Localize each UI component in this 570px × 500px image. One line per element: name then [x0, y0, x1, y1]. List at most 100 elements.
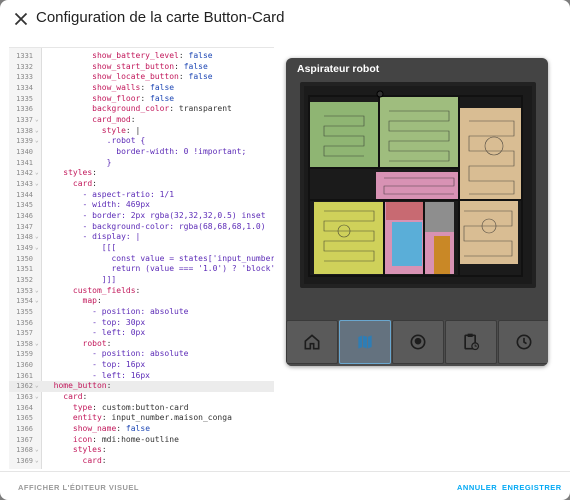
clipboard-clock-icon	[464, 333, 480, 351]
yaml-value: |	[135, 125, 141, 135]
code-line[interactable]: 1368 ⌄ styles:	[9, 445, 274, 456]
code-line[interactable]: 1360 - top: 16px	[9, 360, 274, 371]
code-line[interactable]: 1342 ⌄ styles:	[9, 168, 274, 179]
code-line[interactable]: 1355 - position: absolute	[9, 307, 274, 318]
code-line[interactable]: 1336 background_color: transparent	[9, 104, 274, 115]
yaml-key: styles	[72, 445, 102, 455]
code-line[interactable]: 1361 - left: 16px	[9, 371, 274, 382]
fold-chevron-icon[interactable]: ⌄	[35, 296, 39, 307]
cancel-button[interactable]: ANNULER	[457, 483, 497, 492]
code-line[interactable]: 1358 ⌄ robot:	[9, 339, 274, 350]
yaml-value: false	[188, 51, 213, 60]
code-line[interactable]: 1359 - position: absolute	[9, 349, 274, 360]
code-line[interactable]: 1369 ⌄ card:	[9, 456, 274, 467]
fold-chevron-icon[interactable]: ⌄	[35, 286, 39, 297]
code-line[interactable]: 1354 ⌄ map:	[9, 296, 274, 307]
line-number: 1353	[16, 286, 33, 295]
code-line[interactable]: 1341 }	[9, 158, 274, 169]
code-line[interactable]: 1334 show_walls: false	[9, 83, 274, 94]
nav-map-button[interactable]	[339, 320, 391, 364]
dialog-footer: AFFICHER L'ÉDITEUR VISUEL ANNULER ENREGI…	[0, 471, 570, 500]
yaml-colon: :	[92, 434, 97, 444]
code-line[interactable]: 1346 - border: 2px rgba(32,32,32,0.5) in…	[9, 211, 274, 222]
code-line[interactable]: 1353 ⌄ custom_fields:	[9, 286, 274, 297]
nav-schedule-button[interactable]	[445, 320, 497, 364]
fold-chevron-icon[interactable]: ⌄	[35, 243, 39, 254]
yaml-colon: :	[96, 296, 102, 306]
fold-chevron-icon[interactable]: ⌄	[35, 126, 39, 137]
code-line[interactable]: 1332 show_start_button: false	[9, 62, 274, 73]
fold-chevron-icon[interactable]: ⌄	[35, 232, 39, 243]
fold-chevron-icon[interactable]: ⌄	[35, 339, 39, 350]
code-line[interactable]: 1366 show_name: false	[9, 424, 274, 435]
fold-chevron-icon[interactable]: ⌄	[35, 168, 39, 179]
yaml-colon: :	[135, 285, 141, 295]
show-visual-editor-button[interactable]: AFFICHER L'ÉDITEUR VISUEL	[18, 483, 139, 492]
code-line[interactable]: 1348 ⌄ - display: |	[9, 232, 274, 243]
code-line[interactable]: 1345 - width: 469px	[9, 200, 274, 211]
code-text: styles:	[44, 445, 107, 456]
close-icon[interactable]	[10, 8, 32, 30]
robot-vacuum-icon	[410, 334, 426, 350]
line-number: 1339	[16, 137, 33, 146]
fold-chevron-icon[interactable]: ⌄	[35, 392, 39, 403]
code-line[interactable]: 1367 icon: mdi:home-outline	[9, 435, 274, 446]
line-number: 1360	[16, 361, 33, 370]
fold-chevron-icon[interactable]: ⌄	[35, 179, 39, 190]
code-line[interactable]: 1333 show_locate_button: false	[9, 72, 274, 83]
code-line[interactable]: 1364 type: custom:button-card	[9, 403, 274, 414]
code-line[interactable]: 1356 - top: 30px	[9, 318, 274, 329]
code-line[interactable]: 1351 return (value === '1.0') ? 'block'	[9, 264, 274, 275]
code-line[interactable]: 1352 ]]]	[9, 275, 274, 286]
fold-chevron-icon[interactable]: ⌄	[35, 115, 39, 126]
yaml-value: border-width: 0 !important;	[116, 146, 247, 156]
line-number: 1356	[16, 318, 33, 327]
code-text: }	[44, 158, 112, 169]
nav-history-button[interactable]	[498, 320, 548, 364]
code-text: - aspect-ratio: 1/1	[44, 190, 175, 201]
yaml-key: show_start_button	[92, 61, 175, 71]
preview-card: Aspirateur robot	[286, 58, 548, 366]
code-line[interactable]: 1338 ⌄ style: |	[9, 126, 274, 137]
yaml-colon: :	[125, 125, 131, 135]
code-line[interactable]: 1349 ⌄ [[[	[9, 243, 274, 254]
code-line[interactable]: 1344 - aspect-ratio: 1/1	[9, 190, 274, 201]
code-line[interactable]: 1362 ⌄ home_button:	[9, 381, 274, 393]
yaml-key: map	[82, 296, 97, 306]
yaml-value: const value = states['input_number.	[111, 253, 274, 263]
code-line[interactable]: 1365 entity: input_number.maison_conga	[9, 413, 274, 424]
yaml-code-editor[interactable]: 1331 show_battery_level: false 1332 show_…	[9, 47, 274, 469]
fold-chevron-icon[interactable]: ⌄	[35, 381, 39, 392]
code-line[interactable]: 1337 ⌄ card_mod:	[9, 115, 274, 126]
code-line[interactable]: 1331 show_battery_level: false	[9, 51, 274, 62]
yaml-key: custom_fields	[72, 285, 136, 295]
yaml-key: card	[72, 178, 93, 188]
line-number: 1350	[16, 254, 33, 263]
fold-chevron-icon[interactable]: ⌄	[35, 445, 39, 456]
code-line[interactable]: 1335 show_floor: false	[9, 94, 274, 105]
nav-home-button[interactable]	[286, 320, 338, 364]
save-button[interactable]: ENREGISTRER	[502, 483, 562, 492]
code-line[interactable]: 1350 const value = states['input_number.	[9, 254, 274, 265]
yaml-key: card	[82, 456, 102, 466]
yaml-key: show_name	[72, 424, 117, 434]
code-text: - left: 16px	[44, 371, 150, 382]
line-number: 1359	[16, 350, 33, 359]
fold-chevron-icon[interactable]: ⌄	[35, 456, 39, 467]
code-line[interactable]: 1339 ⌄ .robot {	[9, 136, 274, 147]
code-line[interactable]: 1357 - left: 0px	[9, 328, 274, 339]
code-line[interactable]: 1347 - background-color: rgba(68,68,68,1…	[9, 222, 274, 233]
code-line[interactable]: 1343 ⌄ card:	[9, 179, 274, 190]
code-line[interactable]: 1363 ⌄ card:	[9, 392, 274, 403]
code-line[interactable]: 1340 border-width: 0 !important;	[9, 147, 274, 158]
nav-robot-button[interactable]	[392, 320, 444, 364]
fold-chevron-icon[interactable]: ⌄	[35, 136, 39, 147]
code-text: .robot {	[44, 136, 146, 147]
